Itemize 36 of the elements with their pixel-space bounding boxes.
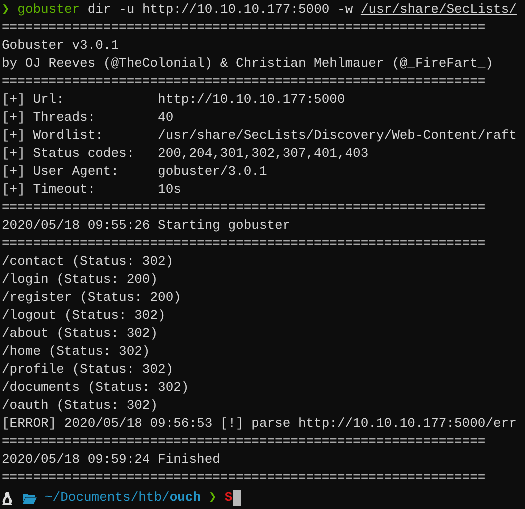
output-line: [+] Threads: 40 (2, 109, 174, 127)
typed-text: S (224, 489, 233, 507)
wordlist-path: /usr/share/SecLists/ (360, 2, 517, 17)
prompt-symbol: ❯ (2, 2, 10, 17)
output-line: ============================================================== (2, 433, 486, 451)
output-line: /login (Status: 200) (2, 271, 158, 289)
text-cursor (232, 490, 241, 506)
output-line: [+] Wordlist: /usr/share/SecLists/Discovery/Web-Content/raft (2, 127, 517, 145)
output-line: /home (Status: 302) (2, 343, 150, 361)
output-line: [ERROR] 2020/05/18 09:56:53 [!] parse http://10.10.10.177:5000/err (2, 415, 517, 433)
output-line: /logout (Status: 302) (2, 307, 166, 325)
output-line: /contact (Status: 302) (2, 253, 174, 271)
output-line: /register (Status: 200) (2, 289, 182, 307)
directory-path: ~/Documents/htb/ (45, 489, 170, 507)
command-arguments: dir -u http://10.10.10.177:5000 -w (88, 2, 354, 17)
output-line: /documents (Status: 302) (2, 379, 190, 397)
output-line: 2020/05/18 09:59:24 Finished (2, 451, 220, 469)
output-line: ============================================================== (2, 469, 486, 487)
output-line: 2020/05/18 09:55:26 Starting gobuster (2, 217, 291, 235)
folder-icon (23, 492, 37, 504)
output-line: /profile (Status: 302) (2, 361, 174, 379)
output-line: [+] Status codes: 200,204,301,302,307,401,403 (2, 145, 369, 163)
output-line: ============================================================== (2, 235, 486, 253)
output-line: Gobuster v3.0.1 (2, 37, 120, 55)
output-line: [+] User Agent: gobuster/3.0.1 (2, 163, 268, 181)
output-line: [+] Timeout: 10s (2, 181, 182, 199)
current-directory: ouch (170, 489, 202, 507)
output-line: /about (Status: 302) (2, 325, 158, 343)
output-line: ============================================================== (2, 199, 486, 217)
output-line: [+] Url: http://10.10.10.177:5000 (2, 91, 346, 109)
output-line: ============================================================== (2, 73, 486, 91)
command-name: gobuster (18, 2, 80, 17)
prompt-symbol: ❯ (209, 489, 217, 507)
output-line: by OJ Reeves (@TheColonial) & Christian Mehlmauer (@_FireFart_) (2, 55, 494, 73)
output-line: ============================================================== (2, 19, 486, 37)
output-line: /oauth (Status: 302) (2, 397, 158, 415)
